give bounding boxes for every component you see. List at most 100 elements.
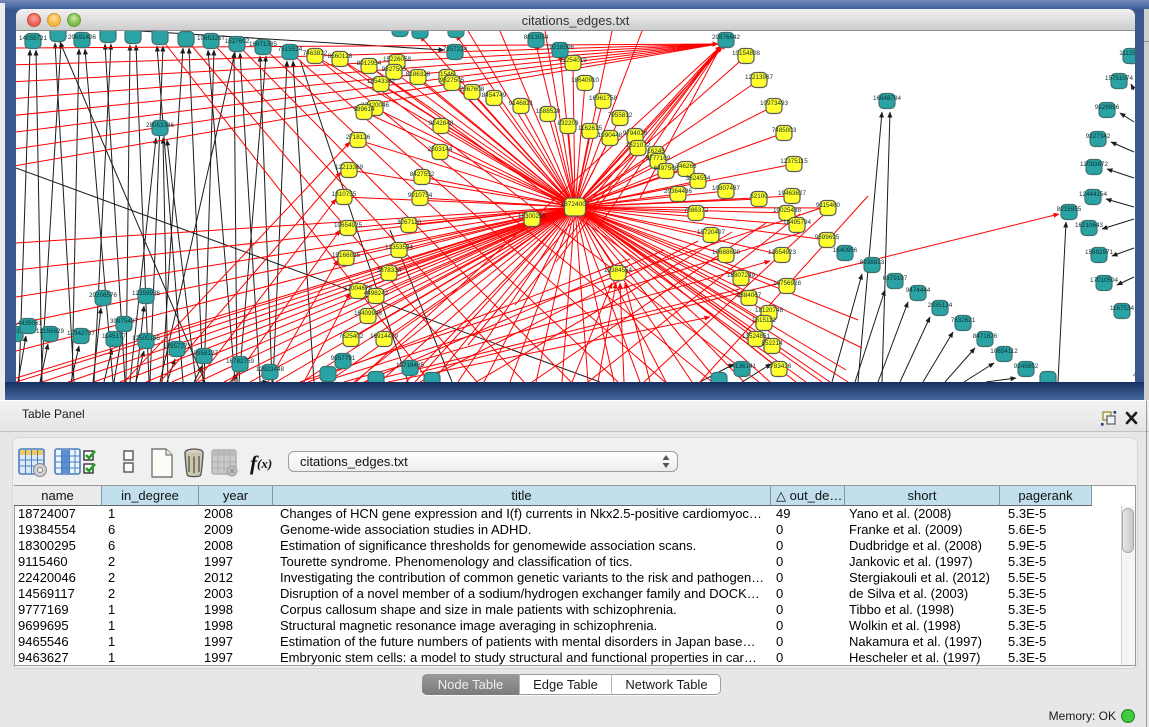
svg-text:8454749: 8454749 — [482, 92, 507, 99]
svg-text:1167534: 1167534 — [1110, 305, 1135, 312]
svg-text:852214: 852214 — [761, 340, 783, 347]
svg-text:10654925: 10654925 — [334, 222, 363, 229]
svg-text:15751074: 15751074 — [1105, 75, 1134, 82]
svg-text:18807249: 18807249 — [727, 272, 756, 279]
svg-text:18640910: 18640910 — [571, 77, 600, 84]
svg-text:16033809: 16033809 — [406, 31, 435, 32]
svg-text:16914479: 16914479 — [370, 333, 399, 340]
svg-text:9384067: 9384067 — [737, 292, 762, 299]
svg-text:12093872: 12093872 — [1080, 161, 1109, 168]
svg-text:12444154: 12444154 — [1079, 191, 1108, 198]
svg-text:10973493: 10973493 — [760, 100, 789, 107]
svg-text:16210643: 16210643 — [1075, 222, 1104, 229]
svg-text:2803144: 2803144 — [428, 146, 453, 153]
svg-text:10688609: 10688609 — [712, 249, 741, 256]
svg-text:14435061: 14435061 — [16, 320, 42, 327]
svg-text:9227342: 9227342 — [1086, 133, 1111, 140]
svg-text:9327505: 9327505 — [440, 77, 465, 84]
svg-text:2935134: 2935134 — [928, 302, 953, 309]
svg-text:30975487: 30975487 — [110, 318, 139, 325]
svg-text:16543362: 16543362 — [367, 78, 396, 85]
svg-text:2718126: 2718126 — [346, 134, 371, 141]
svg-text:8938923: 8938923 — [860, 259, 885, 266]
svg-text:1640956: 1640956 — [833, 247, 858, 254]
svg-text:12359936: 12359936 — [132, 290, 161, 297]
svg-text:9794028: 9794028 — [623, 130, 648, 137]
svg-text:14055721: 14055721 — [19, 35, 48, 42]
svg-text:1588520: 1588520 — [536, 108, 561, 115]
svg-text:62100: 62100 — [750, 193, 768, 200]
svg-text:12353594: 12353594 — [385, 244, 414, 251]
svg-text:832203: 832203 — [557, 120, 579, 127]
svg-text:8186328: 8186328 — [406, 71, 431, 78]
svg-text:7463822: 7463822 — [303, 50, 328, 57]
svg-text:7386372: 7386372 — [684, 207, 709, 214]
svg-text:8215955: 8215955 — [1057, 206, 1082, 213]
svg-text:9910754: 9910754 — [408, 192, 433, 199]
svg-text:3878334: 3878334 — [377, 267, 402, 274]
svg-text:10807487: 10807487 — [712, 185, 741, 192]
svg-text:7357224: 7357224 — [443, 46, 468, 53]
svg-text:20691406: 20691406 — [68, 34, 97, 41]
svg-text:9657791: 9657791 — [331, 355, 356, 362]
svg-text:28053346: 28053346 — [146, 122, 175, 129]
svg-text:15716485: 15716485 — [396, 362, 425, 369]
svg-text:7485003: 7485003 — [772, 127, 797, 134]
svg-text:9474444: 9474444 — [906, 287, 931, 294]
svg-text:18724007: 18724007 — [561, 201, 590, 208]
svg-text:1810755: 1810755 — [332, 191, 357, 198]
svg-text:20364436: 20364436 — [664, 188, 693, 195]
svg-text:16648784: 16648784 — [873, 95, 902, 102]
svg-text:7625402: 7625402 — [339, 333, 364, 340]
svg-text:10756928: 10756928 — [773, 280, 802, 287]
svg-text:8912954: 8912954 — [357, 60, 382, 67]
svg-text:9146821: 9146821 — [509, 100, 534, 107]
svg-text:8660128: 8660128 — [328, 53, 353, 60]
svg-text:16961758: 16961758 — [589, 95, 618, 102]
svg-text:7515524: 7515524 — [278, 46, 303, 53]
svg-text:10653267: 10653267 — [197, 35, 226, 42]
svg-text:9827505: 9827505 — [382, 66, 407, 73]
svg-text:8813054: 8813054 — [524, 34, 549, 41]
svg-text:15720407: 15720407 — [697, 229, 726, 236]
svg-text:3624554: 3624554 — [686, 175, 711, 182]
svg-text:9699695: 9699695 — [815, 234, 840, 241]
svg-text:19463627: 19463627 — [778, 190, 807, 197]
svg-text:14136141: 14136141 — [728, 363, 757, 370]
svg-text:4498242: 4498242 — [364, 290, 389, 297]
svg-text:10654112: 10654112 — [990, 348, 1018, 355]
svg-text:19218506: 19218506 — [546, 44, 575, 51]
svg-text:15226058: 15226058 — [383, 56, 412, 63]
svg-text:20206576: 20206576 — [89, 292, 118, 299]
svg-text:7955812: 7955812 — [608, 112, 633, 119]
svg-text:10958127: 10958127 — [190, 350, 219, 357]
svg-text:17010504: 17010504 — [1090, 277, 1119, 284]
svg-text:13654923: 13654923 — [768, 249, 797, 256]
svg-text:3267110: 3267110 — [397, 219, 422, 226]
svg-text:20876642: 20876642 — [712, 34, 741, 41]
svg-text:15692971: 15692971 — [1085, 249, 1114, 256]
svg-text:989614: 989614 — [353, 106, 375, 113]
svg-text:1990448: 1990448 — [598, 132, 623, 139]
svg-text:17957273: 17957273 — [163, 343, 192, 350]
svg-text:12213967: 12213967 — [745, 74, 774, 81]
svg-text:18120746: 18120746 — [755, 307, 784, 314]
svg-text:12156829: 12156829 — [36, 328, 65, 335]
svg-text:11254019: 11254019 — [559, 57, 587, 64]
svg-text:16409948: 16409948 — [354, 310, 383, 317]
svg-text:9115460: 9115460 — [816, 202, 841, 209]
svg-text:1145177: 1145177 — [102, 333, 127, 340]
svg-text:6379197: 6379197 — [883, 275, 908, 282]
svg-text:9777169: 9777169 — [646, 155, 671, 162]
svg-text:1527602: 1527602 — [225, 38, 250, 45]
svg-text:1783426: 1783426 — [767, 363, 792, 370]
svg-text:18300295: 18300295 — [518, 213, 547, 220]
svg-text:9245652: 9245652 — [1014, 363, 1039, 370]
svg-text:16671385: 16671385 — [249, 41, 278, 48]
svg-text:8471676: 8471676 — [973, 333, 998, 340]
svg-text:10154808: 10154808 — [732, 50, 761, 57]
svg-text:8427552: 8427552 — [410, 171, 435, 178]
svg-text:12213369: 12213369 — [335, 164, 364, 171]
svg-text:9242848: 9242848 — [429, 120, 454, 127]
svg-text:18495794: 18495794 — [783, 219, 812, 226]
